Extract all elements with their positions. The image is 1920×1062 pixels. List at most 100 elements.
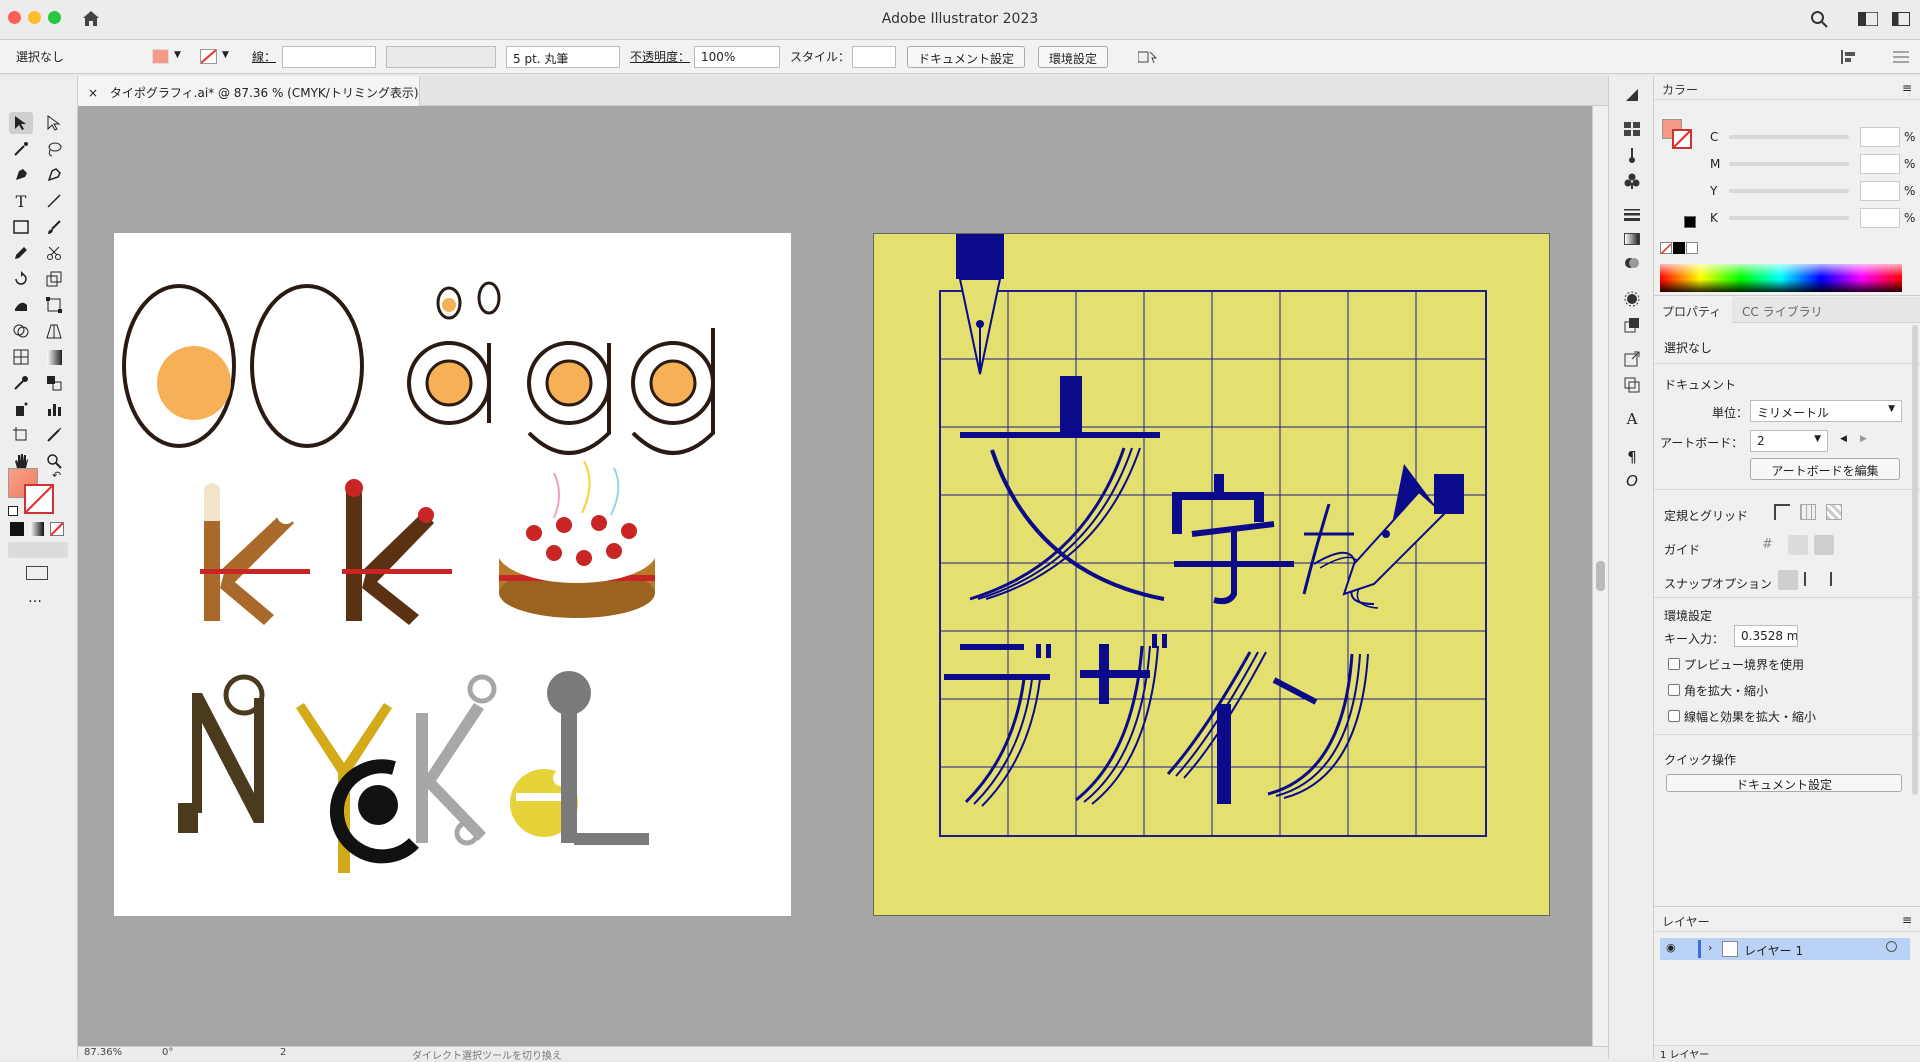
- k-value-field[interactable]: [1860, 208, 1900, 228]
- panel-scrollbar[interactable]: [1912, 325, 1918, 795]
- warp-tool-icon[interactable]: [9, 294, 33, 316]
- m-value-field[interactable]: [1860, 154, 1900, 174]
- black-swatch-2[interactable]: [1673, 242, 1685, 254]
- tab-properties[interactable]: プロパティ: [1654, 297, 1732, 323]
- zoom-level[interactable]: 87.36%: [84, 1047, 122, 1058]
- graphic-styles-icon[interactable]: [1620, 314, 1644, 336]
- style-dropdown[interactable]: [852, 46, 896, 68]
- panel-menu-icon[interactable]: ≡: [1902, 81, 1912, 95]
- workspace-icon[interactable]: [1857, 11, 1879, 29]
- properties-icon[interactable]: [1620, 84, 1644, 106]
- artboard-1[interactable]: [114, 233, 791, 916]
- gradient-tool-icon[interactable]: [42, 346, 66, 368]
- brushes-icon[interactable]: [1620, 144, 1644, 166]
- next-artboard-icon[interactable]: ▶: [1860, 434, 1867, 444]
- eyedropper-icon[interactable]: [9, 372, 33, 394]
- artboard-tool-icon[interactable]: [9, 424, 33, 446]
- white-swatch[interactable]: [1686, 242, 1698, 254]
- prev-artboard-icon[interactable]: ◀: [1840, 434, 1847, 444]
- artboards-icon[interactable]: [1620, 374, 1644, 396]
- appearance-icon[interactable]: [1620, 288, 1644, 310]
- chevron-right-icon[interactable]: ›: [1708, 941, 1712, 954]
- stroke-label[interactable]: 線：: [252, 48, 276, 65]
- snap-to-glyph-icon[interactable]: [1830, 572, 1844, 586]
- stroke-panel-icon[interactable]: [1620, 204, 1644, 226]
- selection-tool-icon[interactable]: [9, 112, 33, 134]
- checkbox-preview-bounds[interactable]: [1668, 658, 1680, 670]
- lasso-icon[interactable]: [42, 138, 66, 160]
- stroke-weight-field[interactable]: [282, 46, 376, 68]
- symbols-icon[interactable]: [1620, 170, 1644, 192]
- guides-show-icon[interactable]: #: [1762, 537, 1780, 555]
- tab-cc-libraries[interactable]: CC ライブラリ: [1742, 303, 1823, 320]
- symbol-sprayer-icon[interactable]: [9, 398, 33, 420]
- document-tab[interactable]: × タイポグラフィ.ai* @ 87.36 % (CMYK/トリミング表示): [78, 76, 420, 106]
- guides-lock-icon[interactable]: [1788, 535, 1808, 555]
- graph-tool-icon[interactable]: [42, 398, 66, 420]
- align-icon[interactable]: [1840, 50, 1860, 67]
- search-icon[interactable]: [1810, 10, 1828, 31]
- export-icon[interactable]: [1620, 348, 1644, 370]
- draw-mode-icon[interactable]: [8, 542, 68, 558]
- direct-selection-tool-icon[interactable]: [42, 112, 66, 134]
- units-dropdown[interactable]: ミリメートル ▼: [1750, 400, 1902, 422]
- smart-guides-icon[interactable]: [1814, 535, 1834, 555]
- scale-tool-icon[interactable]: [42, 268, 66, 290]
- fill-swatch[interactable]: [152, 49, 169, 64]
- character-icon[interactable]: A: [1620, 408, 1644, 430]
- stroke-swatch[interactable]: [200, 49, 217, 64]
- color-panel-tab[interactable]: カラー: [1662, 81, 1698, 98]
- layer-row[interactable]: ◉ › レイヤー 1: [1660, 938, 1910, 960]
- keyboard-increment-field[interactable]: 0.3528 m: [1734, 625, 1798, 647]
- paragraph-icon[interactable]: ¶: [1620, 446, 1644, 468]
- perspective-grid-icon[interactable]: [42, 320, 66, 342]
- layer-name[interactable]: レイヤー 1: [1744, 942, 1803, 959]
- scissors-icon[interactable]: [42, 242, 66, 264]
- menu-icon[interactable]: [1893, 50, 1909, 67]
- rectangle-tool-icon[interactable]: [9, 216, 33, 238]
- stroke-color-swatch[interactable]: [24, 484, 54, 514]
- shape-builder-icon[interactable]: [9, 320, 33, 342]
- variable-width-field[interactable]: [386, 46, 496, 68]
- canvas[interactable]: [78, 106, 1592, 1046]
- blend-tool-icon[interactable]: [42, 372, 66, 394]
- swap-fill-stroke-icon[interactable]: ↶: [52, 469, 61, 482]
- transparency-icon[interactable]: [1620, 252, 1644, 274]
- rulers-icon[interactable]: [1774, 504, 1790, 520]
- k-slider[interactable]: [1729, 216, 1849, 220]
- y-slider[interactable]: [1729, 189, 1849, 193]
- rotate-tool-icon[interactable]: [9, 268, 33, 290]
- pen-tool-icon[interactable]: [9, 164, 33, 186]
- mesh-tool-icon[interactable]: [9, 346, 33, 368]
- panel-menu-icon[interactable]: ≡: [1902, 913, 1912, 927]
- y-value-field[interactable]: [1860, 181, 1900, 201]
- slice-tool-icon[interactable]: [42, 424, 66, 446]
- layers-panel-tab[interactable]: レイヤー: [1662, 913, 1710, 930]
- rotation-value[interactable]: 0°: [162, 1047, 173, 1058]
- none-swatch[interactable]: [1660, 242, 1672, 255]
- curvature-tool-icon[interactable]: [42, 164, 66, 186]
- black-swatch[interactable]: [1684, 216, 1696, 228]
- free-transform-icon[interactable]: [42, 294, 66, 316]
- quick-document-setup-button[interactable]: ドキュメント設定: [1666, 774, 1902, 792]
- artboard-navigator[interactable]: 2: [280, 1047, 286, 1058]
- default-colors-icon[interactable]: [8, 506, 18, 516]
- snap-to-point-icon[interactable]: [1778, 570, 1798, 590]
- m-slider[interactable]: [1729, 162, 1849, 166]
- pencil-icon[interactable]: [9, 242, 33, 264]
- target-icon[interactable]: [1886, 941, 1897, 952]
- preferences-button[interactable]: 環境設定: [1038, 46, 1109, 68]
- close-tab-icon[interactable]: ×: [88, 86, 98, 100]
- chevron-down-icon[interactable]: ▼: [222, 50, 229, 60]
- chevron-down-icon[interactable]: ▼: [174, 50, 181, 60]
- magic-wand-icon[interactable]: [9, 138, 33, 160]
- checkbox-scale-strokes[interactable]: [1668, 710, 1680, 722]
- c-slider[interactable]: [1729, 135, 1849, 139]
- opentype-icon[interactable]: O: [1620, 470, 1644, 492]
- opacity-label[interactable]: 不透明度：: [630, 48, 690, 65]
- select-similar-icon[interactable]: [1137, 50, 1164, 67]
- gradient-mode-icon[interactable]: [30, 522, 44, 536]
- gradient-panel-icon[interactable]: [1620, 228, 1644, 250]
- panel-toggle-icon[interactable]: [1892, 12, 1910, 29]
- color-mode-icon[interactable]: [10, 522, 24, 536]
